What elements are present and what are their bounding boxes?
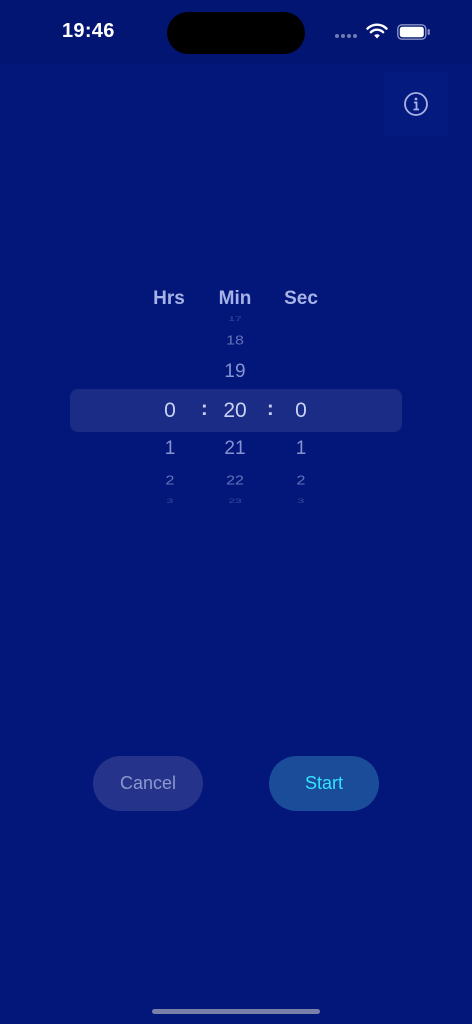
- seconds-option: 2: [296, 473, 306, 488]
- minutes-option: 17: [228, 315, 242, 323]
- status-bar: 19:46: [0, 0, 472, 64]
- hours-label: Hrs: [153, 288, 185, 309]
- home-indicator[interactable]: [152, 1009, 320, 1014]
- seconds-option: 3: [297, 497, 305, 505]
- info-button[interactable]: [384, 72, 448, 136]
- hours-selected-value: 0: [164, 399, 176, 422]
- minutes-selected-value: 20: [223, 399, 247, 422]
- minutes-option: 18: [226, 333, 244, 348]
- dynamic-island: [167, 12, 305, 54]
- battery-icon: [397, 24, 430, 40]
- minutes-label: Min: [218, 288, 252, 309]
- timer-screen: 19:46 Hrs Min Sec 0 1 2 3:: 17 18 19 2…: [0, 0, 472, 1024]
- seconds-label: Sec: [284, 288, 318, 309]
- seconds-selected-value: 0: [295, 399, 307, 422]
- hours-wheel[interactable]: 0 1 2 3: [135, 314, 205, 510]
- minutes-option: 19: [224, 361, 246, 382]
- cellular-signal-icon: [335, 34, 357, 38]
- hours-option: 2: [165, 473, 175, 488]
- wifi-icon: [366, 23, 388, 39]
- minutes-option: 23: [228, 497, 242, 505]
- minutes-option: 21: [224, 438, 246, 459]
- hours-option: 3: [166, 497, 174, 505]
- status-time: 19:46: [62, 20, 115, 42]
- minutes-option: 22: [226, 473, 244, 488]
- minutes-wheel[interactable]: 17 18 19 20 21 22 23: [200, 314, 270, 510]
- hours-option: 1: [164, 438, 176, 459]
- start-button[interactable]: Start: [269, 756, 379, 811]
- info-circle-icon: [404, 92, 428, 116]
- seconds-wheel[interactable]: 0 1 2 3: [266, 314, 336, 510]
- cancel-button[interactable]: Cancel: [93, 756, 203, 811]
- picker-labels: Hrs Min Sec: [0, 288, 472, 314]
- seconds-option: 1: [295, 438, 307, 459]
